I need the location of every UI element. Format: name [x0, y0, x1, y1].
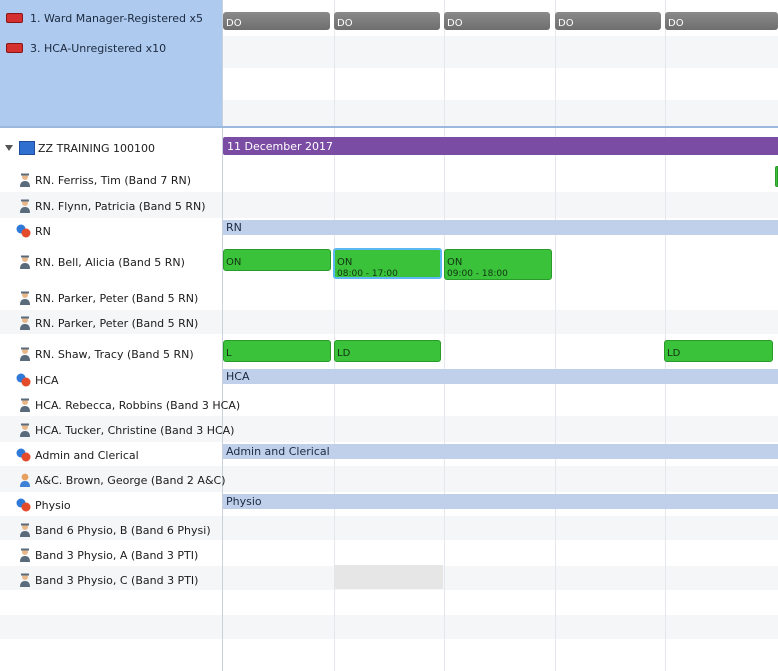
day-off-block[interactable]: DO [223, 12, 330, 30]
collapse-arrow-icon[interactable] [5, 145, 13, 151]
staff-label: RN. Shaw, Tracy (Band 5 RN) [35, 347, 194, 361]
staff-row[interactable]: RN. Shaw, Tracy (Band 5 RN) [0, 342, 222, 366]
unit-label: ZZ TRAINING 100100 [38, 141, 155, 155]
shift-code: ON [226, 257, 242, 268]
group-row[interactable]: HCA [0, 368, 222, 392]
requirement-item[interactable]: 1. Ward Manager-Registered x5 [6, 10, 203, 26]
shift-code: LD [337, 348, 351, 359]
shift-code: ON [337, 257, 353, 268]
group-label: Admin and Clerical [35, 448, 139, 462]
staff-label: Band 6 Physio, B (Band 6 Physi) [35, 523, 211, 537]
group-label: RN [35, 224, 51, 238]
day-off-block[interactable]: DO [665, 12, 778, 30]
staff-label: Band 3 Physio, C (Band 3 PTI) [35, 573, 199, 587]
nurse-icon [20, 423, 30, 437]
day-off-block[interactable]: DO [555, 12, 661, 30]
nurse-icon [20, 291, 30, 305]
column-divider [555, 0, 556, 671]
unit-icon [19, 141, 35, 155]
group-icon [16, 498, 31, 512]
staff-row[interactable]: Band 6 Physio, B (Band 6 Physi) [0, 518, 222, 542]
staff-row[interactable]: RN. Bell, Alicia (Band 5 RN) [0, 250, 222, 274]
nurse-icon [20, 548, 30, 562]
shift-time: 09:00 - 18:00 [447, 269, 508, 279]
group-row[interactable]: Admin and Clerical [0, 443, 222, 467]
nurse-icon [20, 573, 30, 587]
staff-label: HCA. Tucker, Christine (Band 3 HCA) [35, 423, 235, 437]
schedule-grid [222, 0, 778, 671]
person-icon [20, 473, 30, 487]
shift-block[interactable]: ON 09:00 - 18:00 [444, 249, 552, 280]
column-divider [665, 0, 666, 671]
group-label: Physio [35, 498, 71, 512]
staff-label: RN. Bell, Alicia (Band 5 RN) [35, 255, 185, 269]
group-bar: HCA [223, 369, 778, 384]
staff-row[interactable]: Band 3 Physio, C (Band 3 PTI) [0, 568, 222, 592]
group-bar: Physio [223, 494, 778, 509]
staff-label: Band 3 Physio, A (Band 3 PTI) [35, 548, 199, 562]
group-label: HCA [35, 373, 59, 387]
staff-label: HCA. Rebecca, Robbins (Band 3 HCA) [35, 398, 241, 412]
staff-label: RN. Flynn, Patricia (Band 5 RN) [35, 199, 206, 213]
group-icon [16, 373, 31, 387]
shift-block[interactable]: L [223, 340, 331, 362]
requirement-flag-icon [6, 13, 23, 23]
staff-row[interactable]: RN. Flynn, Patricia (Band 5 RN) [0, 194, 222, 218]
day-off-block[interactable]: DO [444, 12, 550, 30]
staff-row[interactable]: RN. Parker, Peter (Band 5 RN) [0, 311, 222, 335]
shift-code: LD [667, 348, 681, 359]
shift-block[interactable]: LD [664, 340, 773, 362]
group-row[interactable]: RN [0, 219, 222, 243]
shift-block[interactable]: ON [223, 249, 331, 271]
staff-row[interactable]: RN. Parker, Peter (Band 5 RN) [0, 286, 222, 310]
requirement-label: 3. HCA-Unregistered x10 [30, 41, 167, 55]
staff-row[interactable]: HCA. Rebecca, Robbins (Band 3 HCA) [0, 393, 240, 417]
nurse-icon [20, 523, 30, 537]
staff-row[interactable]: RN. Ferriss, Tim (Band 7 RN) [0, 168, 222, 192]
group-icon [16, 448, 31, 462]
day-off-block[interactable]: DO [334, 12, 440, 30]
shift-time: 08:00 - 17:00 [337, 269, 398, 279]
panel-separator [0, 126, 778, 128]
staff-label: RN. Parker, Peter (Band 5 RN) [35, 316, 199, 330]
requirement-label: 1. Ward Manager-Registered x5 [30, 11, 203, 25]
nurse-icon [20, 316, 30, 330]
nurse-icon [20, 398, 30, 412]
nurse-icon [20, 173, 30, 187]
shift-block[interactable]: LD [334, 340, 441, 362]
requirement-item[interactable]: 3. HCA-Unregistered x10 [6, 40, 166, 56]
requirement-flag-icon [6, 43, 23, 53]
requirements-panel: 1. Ward Manager-Registered x5 3. HCA-Unr… [0, 0, 222, 126]
grid-cell-highlight[interactable] [334, 565, 443, 589]
staff-label: A&C. Brown, George (Band 2 A&C) [35, 473, 226, 487]
unit-row[interactable]: ZZ TRAINING 100100 [0, 136, 222, 160]
nurse-icon [20, 199, 30, 213]
nurse-icon [20, 347, 30, 361]
shift-code: L [226, 348, 232, 359]
nurse-icon [20, 255, 30, 269]
staff-label: RN. Ferriss, Tim (Band 7 RN) [35, 173, 192, 187]
staff-label: RN. Parker, Peter (Band 5 RN) [35, 291, 199, 305]
staff-row[interactable]: Band 3 Physio, A (Band 3 PTI) [0, 543, 222, 567]
group-row[interactable]: Physio [0, 493, 222, 517]
group-icon [16, 224, 31, 238]
shift-code: ON [447, 257, 463, 268]
shift-block-selected[interactable]: ON 08:00 - 17:00 [333, 248, 442, 279]
date-bar: 11 December 2017 [223, 137, 778, 155]
column-divider [444, 0, 445, 671]
group-bar: Admin and Clerical [223, 444, 778, 459]
group-bar: RN [223, 220, 778, 235]
staff-row[interactable]: HCA. Tucker, Christine (Band 3 HCA) [0, 418, 234, 442]
staff-row[interactable]: A&C. Brown, George (Band 2 A&C) [0, 468, 226, 492]
